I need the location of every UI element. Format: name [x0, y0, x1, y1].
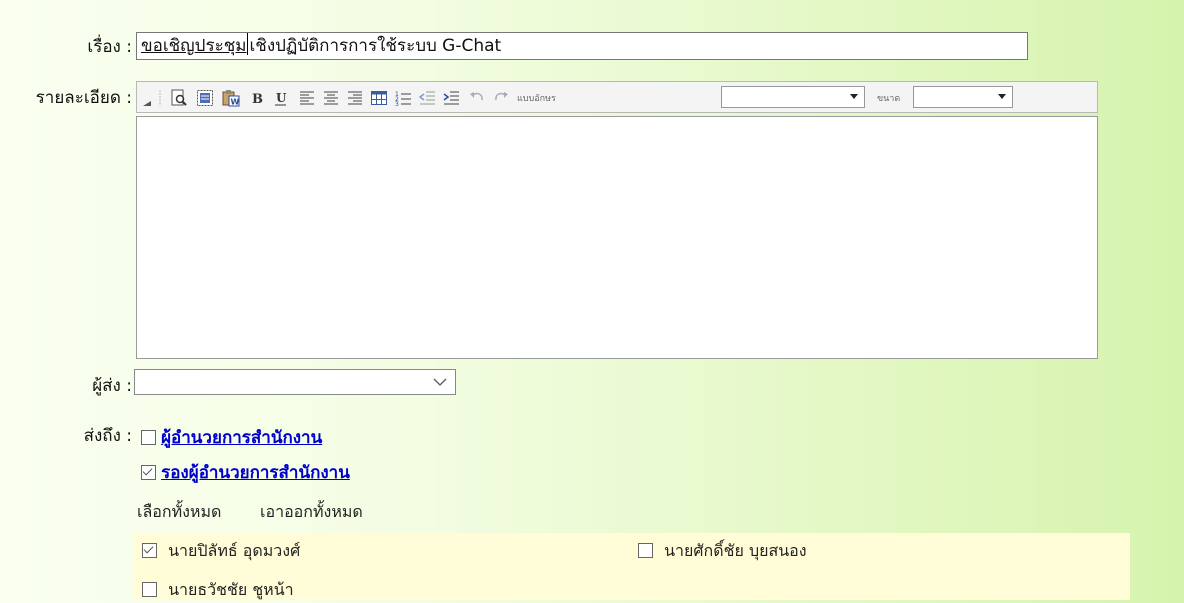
svg-text:3: 3 [395, 101, 399, 107]
person-checkbox[interactable] [638, 543, 653, 558]
sender-label: ผู้ส่ง : [92, 376, 132, 396]
numbered-list-icon[interactable]: 123 [393, 88, 413, 108]
group-checkbox-director[interactable] [141, 430, 156, 445]
person-item[interactable]: นายปิลัทธ์ อุดมวงศ์ [142, 539, 300, 564]
person-item[interactable]: นายธวัชชัย ชูหน้า [142, 578, 294, 603]
outdent-icon[interactable] [417, 88, 437, 108]
subject-input[interactable]: ขอเชิญประชุม เชิงปฏิบัติการการใช้ระบบ G-C… [136, 32, 1028, 60]
toolbar-collapse-icon[interactable] [141, 88, 153, 108]
chevron-down-icon [433, 378, 447, 386]
group-link-deputy-director[interactable]: รองผู้อำนวยการสำนักงาน [161, 463, 350, 483]
person-item[interactable]: นายศักดิ์ชัย บุยสนอง [638, 539, 807, 564]
detail-editor[interactable] [136, 116, 1098, 359]
deselect-all-link[interactable]: เอาออกทั้งหมด [260, 500, 363, 525]
sender-select[interactable] [134, 369, 456, 395]
align-left-icon[interactable] [297, 88, 317, 108]
group-item-director[interactable]: ผู้อำนวยการสำนักงาน [141, 424, 322, 451]
group-link-director[interactable]: ผู้อำนวยการสำนักงาน [161, 428, 322, 448]
underline-icon[interactable]: U [271, 88, 291, 108]
size-select[interactable] [913, 86, 1013, 108]
subject-text-part2: ประชุม [194, 36, 247, 56]
detail-label: รายละเอียด : [35, 88, 132, 108]
group-item-deputy-director[interactable]: รองผู้อำนวยการสำนักงาน [141, 459, 350, 486]
group-checkbox-deputy-director[interactable] [141, 465, 156, 480]
indent-icon[interactable] [441, 88, 461, 108]
align-right-icon[interactable] [345, 88, 365, 108]
chevron-down-icon [850, 94, 858, 99]
subject-text-part3: เชิงปฏิบัติการการใช้ระบบ G-Chat [249, 36, 502, 56]
recipient-label: ส่งถึง : [83, 426, 132, 446]
paste-word-icon[interactable]: W [221, 88, 241, 108]
svg-text:U: U [276, 91, 287, 105]
select-all-link[interactable]: เลือกทั้งหมด [137, 500, 221, 525]
person-name: นายศักดิ์ชัย บุยสนอง [664, 541, 807, 560]
select-all-icon[interactable] [195, 88, 215, 108]
preview-icon[interactable] [169, 88, 189, 108]
chevron-down-icon [998, 94, 1006, 99]
person-checkbox[interactable] [142, 543, 157, 558]
editor-toolbar: W B U 123 แบบอักษร ขนาด [136, 81, 1098, 113]
insert-table-icon[interactable] [369, 88, 389, 108]
font-label: แบบอักษร [517, 94, 556, 104]
subject-label: เรื่อง : [87, 37, 132, 57]
bold-icon[interactable]: B [247, 88, 267, 108]
svg-text:W: W [231, 98, 240, 107]
subject-text-part1: ขอเชิญ [141, 36, 195, 56]
align-center-icon[interactable] [321, 88, 341, 108]
undo-icon[interactable] [467, 88, 487, 108]
toolbar-grip-icon [157, 88, 163, 108]
person-name: นายธวัชชัย ชูหน้า [168, 580, 294, 599]
size-label: ขนาด [877, 94, 901, 104]
redo-icon[interactable] [491, 88, 511, 108]
people-list: นายปิลัทธ์ อุดมวงศ์ นายศักดิ์ชัย บุยสนอง… [134, 533, 1130, 600]
font-select[interactable] [721, 86, 865, 108]
person-checkbox[interactable] [142, 582, 157, 597]
person-name: นายปิลัทธ์ อุดมวงศ์ [168, 541, 301, 560]
svg-text:B: B [252, 92, 263, 107]
